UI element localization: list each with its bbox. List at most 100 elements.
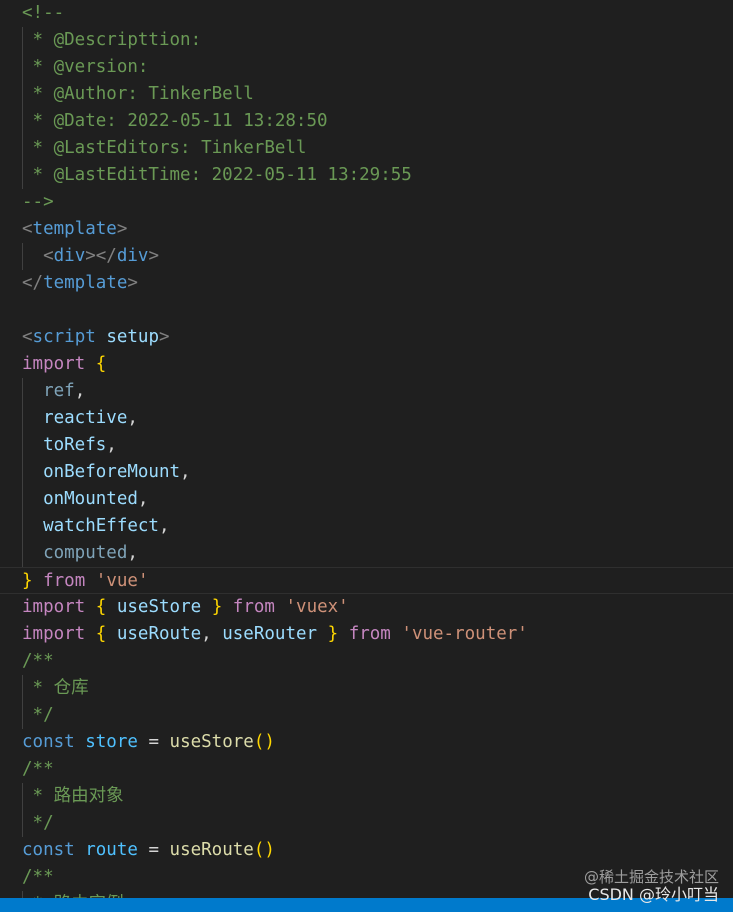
code-line[interactable]: <!-- bbox=[0, 0, 733, 27]
code-token: 'vue' bbox=[95, 571, 149, 591]
code-line[interactable]: <script setup> bbox=[0, 324, 733, 351]
code-token: ></ bbox=[85, 246, 117, 266]
code-token: > bbox=[127, 273, 138, 293]
code-token: </ bbox=[22, 273, 44, 293]
code-line[interactable]: <template> bbox=[0, 216, 733, 243]
code-token: , bbox=[127, 543, 138, 563]
code-token: useStore bbox=[116, 597, 202, 617]
code-token: * @LastEditTime: 2022-05-11 13:29:55 bbox=[22, 165, 412, 185]
code-line[interactable]: * @Date: 2022-05-11 13:28:50 bbox=[0, 108, 733, 135]
code-line[interactable]: * @LastEditors: TinkerBell bbox=[0, 135, 733, 162]
code-token: import bbox=[22, 597, 86, 617]
indent-guide bbox=[22, 81, 23, 108]
code-line[interactable] bbox=[0, 297, 733, 324]
code-line[interactable]: toRefs, bbox=[0, 432, 733, 459]
code-token: */ bbox=[22, 705, 54, 725]
code-token: --> bbox=[22, 192, 54, 212]
code-token: from bbox=[232, 597, 275, 617]
code-token: useRouter bbox=[222, 624, 318, 644]
code-line[interactable]: /** bbox=[0, 756, 733, 783]
code-line[interactable]: * @Descripttion: bbox=[0, 27, 733, 54]
code-line[interactable]: <div></div> bbox=[0, 243, 733, 270]
code-token: store bbox=[85, 732, 138, 752]
code-token: * @version: bbox=[22, 57, 149, 77]
code-line[interactable]: --> bbox=[0, 189, 733, 216]
code-line[interactable]: /** bbox=[0, 648, 733, 675]
indent-guide bbox=[22, 378, 23, 405]
code-token: * @Descripttion: bbox=[22, 30, 202, 50]
code-line[interactable]: ref, bbox=[0, 378, 733, 405]
indent-guide bbox=[22, 891, 23, 898]
code-line[interactable]: </template> bbox=[0, 270, 733, 297]
code-token: toRefs bbox=[43, 435, 107, 455]
code-token: > bbox=[116, 219, 128, 239]
code-token: () bbox=[253, 840, 275, 860]
code-line[interactable]: reactive, bbox=[0, 405, 733, 432]
code-line[interactable]: import { useRoute, useRouter } from 'vue… bbox=[0, 621, 733, 648]
indent-guide bbox=[22, 513, 23, 540]
code-line[interactable]: const store = useStore() bbox=[0, 729, 733, 756]
code-line[interactable]: watchEffect, bbox=[0, 513, 733, 540]
code-token: script bbox=[32, 327, 96, 347]
code-token: * @Date: 2022-05-11 13:28:50 bbox=[22, 111, 328, 131]
code-token: { bbox=[95, 624, 107, 644]
code-line[interactable]: */ bbox=[0, 702, 733, 729]
indent-guide bbox=[22, 702, 23, 729]
code-token: template bbox=[32, 219, 117, 239]
indent-guide bbox=[22, 243, 23, 270]
code-token: reactive bbox=[43, 408, 128, 428]
code-token: /** bbox=[22, 651, 54, 671]
code-line[interactable]: * @Author: TinkerBell bbox=[0, 81, 733, 108]
code-token: < bbox=[43, 246, 54, 266]
indent-guide bbox=[22, 54, 23, 81]
code-token: /** bbox=[22, 759, 54, 779]
code-token: import bbox=[22, 354, 86, 374]
code-lines: <!-- * @Descripttion: * @version: * @Aut… bbox=[0, 0, 733, 898]
code-line[interactable]: computed, bbox=[0, 540, 733, 567]
code-token: */ bbox=[22, 813, 54, 833]
code-line[interactable]: * 仓库 bbox=[0, 675, 733, 702]
code-token: * @Author: TinkerBell bbox=[22, 84, 254, 104]
code-line[interactable]: } from 'vue' bbox=[0, 567, 733, 594]
code-line[interactable]: import { bbox=[0, 351, 733, 378]
code-line[interactable]: * 路由对象 bbox=[0, 783, 733, 810]
code-line[interactable]: onBeforeMount, bbox=[0, 459, 733, 486]
indent-guide bbox=[22, 405, 23, 432]
code-line[interactable]: */ bbox=[0, 810, 733, 837]
code-editor[interactable]: <!-- * @Descripttion: * @version: * @Aut… bbox=[0, 0, 733, 898]
code-line[interactable]: const route = useRoute() bbox=[0, 837, 733, 864]
code-token: from bbox=[348, 624, 391, 644]
indent-guide bbox=[22, 27, 23, 54]
code-line[interactable]: import { useStore } from 'vuex' bbox=[0, 594, 733, 621]
code-token: useRoute bbox=[169, 840, 254, 860]
code-token: <!-- bbox=[22, 3, 65, 23]
code-token: useRoute bbox=[116, 624, 202, 644]
indent-guide bbox=[22, 783, 23, 810]
code-token: } bbox=[22, 571, 33, 591]
code-token: * 路由对象 bbox=[22, 786, 124, 806]
code-token: , bbox=[201, 624, 223, 644]
code-token: /** bbox=[22, 867, 54, 887]
indent-guide bbox=[22, 486, 23, 513]
code-line[interactable]: onMounted, bbox=[0, 486, 733, 513]
code-token: setup bbox=[106, 327, 159, 347]
code-line[interactable]: * @LastEditTime: 2022-05-11 13:29:55 bbox=[0, 162, 733, 189]
code-line[interactable]: * @version: bbox=[0, 54, 733, 81]
code-token: = bbox=[137, 840, 170, 860]
code-token: 'vue-router' bbox=[401, 624, 528, 644]
